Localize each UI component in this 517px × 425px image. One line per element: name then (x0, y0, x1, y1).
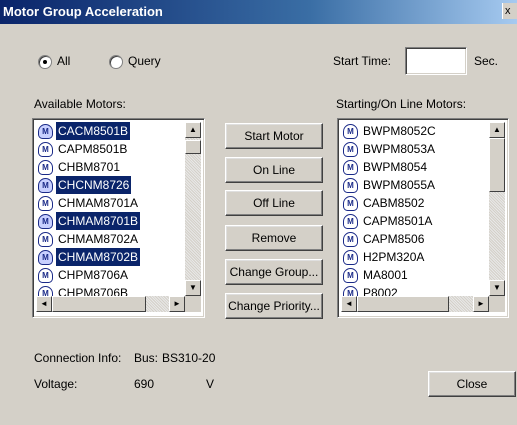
scroll-thumb[interactable] (357, 296, 449, 312)
list-item[interactable]: M BWPM8054 (341, 158, 488, 176)
scroll-left-button[interactable]: ◄ (36, 296, 52, 312)
query-radio-label: Query (128, 54, 161, 68)
list-item[interactable]: M P8002 (341, 284, 488, 296)
available-motors-label: Available Motors: (34, 97, 126, 111)
bus-value: BS310-20 (162, 351, 216, 365)
all-radio-label: All (57, 54, 71, 68)
change-priority-button[interactable]: Change Priority... (225, 293, 323, 319)
motor-icon: M (38, 232, 53, 247)
motor-icon: M (38, 124, 53, 139)
list-item[interactable]: M CHCNM8726 (36, 176, 184, 194)
on-line-button[interactable]: On Line (225, 157, 323, 183)
motor-icon: M (343, 286, 358, 296)
scroll-right-button[interactable]: ► (473, 296, 489, 312)
list-item[interactable]: M MA8001 (341, 266, 488, 284)
starting-motors-list[interactable]: M BWPM8052C M BWPM8053A M BWPM8054 M BWPM805… (337, 118, 509, 318)
scroll-up-button[interactable]: ▲ (185, 122, 201, 138)
starting-horizontal-scrollbar[interactable]: ◄ ► (341, 296, 489, 312)
scroll-down-button[interactable]: ▼ (185, 280, 201, 296)
scroll-up-button[interactable]: ▲ (489, 122, 505, 138)
off-line-button[interactable]: Off Line (225, 190, 323, 216)
start-time-input[interactable] (405, 47, 467, 75)
available-motors-items: M CACM8501B M CAPM8501B M CHBM8701 M CHCNM87… (36, 122, 184, 296)
voltage-value: 690 (134, 377, 155, 391)
list-item[interactable]: M CACM8501B (36, 122, 184, 140)
scroll-thumb[interactable] (489, 138, 505, 192)
scroll-left-button[interactable]: ◄ (341, 296, 357, 312)
query-radio[interactable] (109, 55, 123, 69)
motor-icon: M (343, 160, 358, 175)
list-item[interactable]: M CAPM8506 (341, 230, 488, 248)
list-item[interactable]: M CHBM8701 (36, 158, 184, 176)
motor-icon: M (343, 268, 358, 283)
motor-icon: M (38, 196, 53, 211)
motor-icon: M (38, 160, 53, 175)
remove-button[interactable]: Remove (225, 225, 323, 251)
start-time-label: Start Time: (333, 54, 392, 68)
available-motors-list[interactable]: M CACM8501B M CAPM8501B M CHBM8701 M CHCNM87… (32, 118, 205, 318)
all-radio[interactable] (38, 55, 52, 69)
motor-icon: M (343, 142, 358, 157)
motor-icon: M (343, 196, 358, 211)
available-horizontal-scrollbar[interactable]: ◄ ► (36, 296, 185, 312)
motor-icon: M (38, 250, 53, 265)
list-item[interactable]: M BWPM8053A (341, 140, 488, 158)
list-item[interactable]: M CAPM8501A (341, 212, 488, 230)
starting-vertical-scrollbar[interactable]: ▲ ▼ (489, 122, 505, 296)
scroll-corner (185, 296, 201, 312)
motor-icon: M (343, 232, 358, 247)
voltage-label: Voltage: (34, 377, 78, 391)
list-item[interactable]: M CHPM8706A (36, 266, 184, 284)
list-item[interactable]: M CHMAM8702A (36, 230, 184, 248)
radio-dot (43, 60, 47, 64)
list-item[interactable]: M CHMAM8702B (36, 248, 184, 266)
voltage-unit: V (206, 377, 215, 391)
scroll-down-button[interactable]: ▼ (489, 280, 505, 296)
list-item[interactable]: M BWPM8052C (341, 122, 488, 140)
scroll-thumb[interactable] (52, 296, 146, 312)
title-bar: Motor Group Acceleration x (0, 0, 517, 24)
list-item[interactable]: M CHPM8706B (36, 284, 184, 296)
list-item[interactable]: M CABM8502 (341, 194, 488, 212)
motor-icon: M (343, 124, 358, 139)
list-item[interactable]: M CHMAM8701A (36, 194, 184, 212)
scroll-corner (489, 296, 505, 312)
starting-motors-items: M BWPM8052C M BWPM8053A M BWPM8054 M BWPM805… (341, 122, 488, 296)
bus-label: Bus: (134, 351, 159, 365)
change-group-button[interactable]: Change Group... (225, 259, 323, 285)
connection-info-label: Connection Info: (34, 351, 122, 365)
list-item[interactable]: M BWPM8055A (341, 176, 488, 194)
scroll-thumb[interactable] (185, 140, 201, 154)
motor-icon: M (343, 178, 358, 193)
scroll-right-button[interactable]: ► (169, 296, 185, 312)
window-close-button[interactable]: x (502, 3, 517, 19)
motor-icon: M (38, 268, 53, 283)
motor-icon: M (38, 286, 53, 296)
motor-icon: M (38, 178, 53, 193)
list-item[interactable]: M CHMAM8701B (36, 212, 184, 230)
available-vertical-scrollbar[interactable]: ▲ ▼ (185, 122, 201, 296)
motor-icon: M (38, 214, 53, 229)
window-title: Motor Group Acceleration (3, 4, 163, 19)
start-time-unit: Sec. (474, 54, 499, 68)
start-motor-button[interactable]: Start Motor (225, 123, 323, 149)
motor-icon: M (38, 142, 53, 157)
starting-motors-label: Starting/On Line Motors: (336, 97, 467, 111)
list-item[interactable]: M CAPM8501B (36, 140, 184, 158)
motor-icon: M (343, 250, 358, 265)
motor-icon: M (343, 214, 358, 229)
list-item[interactable]: M H2PM320A (341, 248, 488, 266)
close-button[interactable]: Close (428, 371, 516, 397)
